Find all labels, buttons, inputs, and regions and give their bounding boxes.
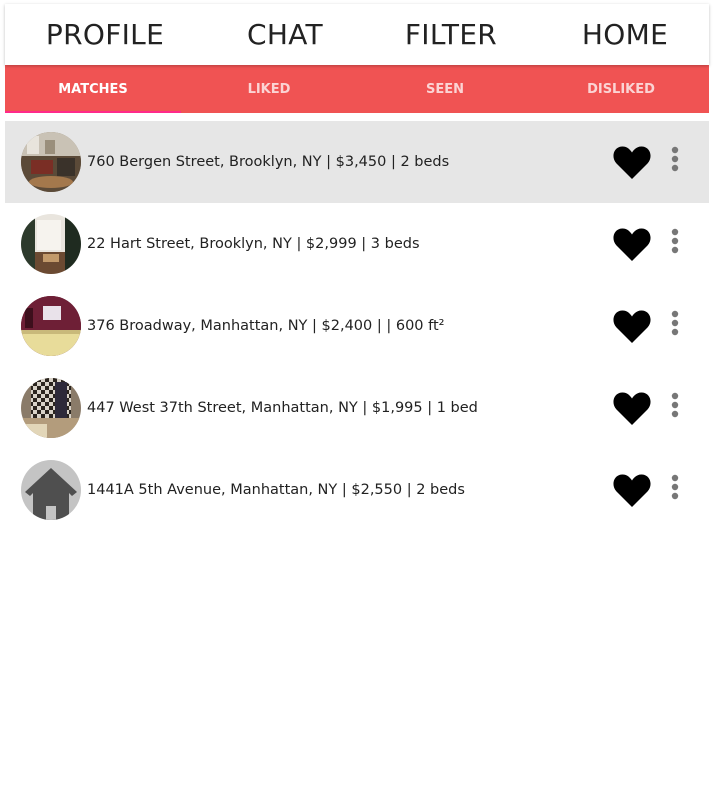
listing-text: 760 Bergen Street, Brooklyn, NY | $3,450… bbox=[87, 154, 450, 170]
listing-text: 1441A 5th Avenue, Manhattan, NY | $2,550… bbox=[87, 482, 465, 498]
listing-text: 447 West 37th Street, Manhattan, NY | $1… bbox=[87, 400, 478, 416]
tab-seen[interactable]: SEEN bbox=[357, 65, 533, 113]
more-vertical-icon[interactable] bbox=[665, 146, 685, 178]
top-navigation: PROFILE CHAT FILTER HOME bbox=[5, 4, 709, 65]
heart-icon[interactable] bbox=[612, 144, 652, 180]
heart-icon[interactable] bbox=[612, 308, 652, 344]
listing-photo bbox=[21, 378, 81, 438]
listing-photo bbox=[21, 132, 81, 192]
heart-icon[interactable] bbox=[612, 472, 652, 508]
house-placeholder-icon bbox=[21, 460, 81, 520]
listing-text: 376 Broadway, Manhattan, NY | $2,400 | |… bbox=[87, 318, 445, 334]
nav-profile[interactable]: PROFILE bbox=[25, 4, 185, 65]
tab-bar: MATCHES LIKED SEEN DISLIKED bbox=[5, 65, 709, 113]
listing-row[interactable]: 376 Broadway, Manhattan, NY | $2,400 | |… bbox=[5, 285, 709, 367]
heart-icon[interactable] bbox=[612, 226, 652, 262]
listing-row[interactable]: 447 West 37th Street, Manhattan, NY | $1… bbox=[5, 367, 709, 449]
listing-list: 760 Bergen Street, Brooklyn, NY | $3,450… bbox=[5, 121, 709, 531]
more-vertical-icon[interactable] bbox=[665, 392, 685, 424]
more-vertical-icon[interactable] bbox=[665, 310, 685, 342]
nav-home[interactable]: HOME bbox=[545, 4, 705, 65]
nav-filter[interactable]: FILTER bbox=[371, 4, 531, 65]
heart-icon[interactable] bbox=[612, 390, 652, 426]
more-vertical-icon[interactable] bbox=[665, 474, 685, 506]
listing-row[interactable]: 1441A 5th Avenue, Manhattan, NY | $2,550… bbox=[5, 449, 709, 531]
more-vertical-icon[interactable] bbox=[665, 228, 685, 260]
active-tab-indicator bbox=[5, 111, 181, 113]
nav-chat[interactable]: CHAT bbox=[205, 4, 365, 65]
listing-row[interactable]: 760 Bergen Street, Brooklyn, NY | $3,450… bbox=[5, 121, 709, 203]
tab-liked[interactable]: LIKED bbox=[181, 65, 357, 113]
tab-matches[interactable]: MATCHES bbox=[5, 65, 181, 113]
listing-row[interactable]: 22 Hart Street, Brooklyn, NY | $2,999 | … bbox=[5, 203, 709, 285]
tab-disliked[interactable]: DISLIKED bbox=[533, 65, 709, 113]
listing-text: 22 Hart Street, Brooklyn, NY | $2,999 | … bbox=[87, 236, 420, 252]
listing-photo bbox=[21, 296, 81, 356]
listing-photo bbox=[21, 214, 81, 274]
